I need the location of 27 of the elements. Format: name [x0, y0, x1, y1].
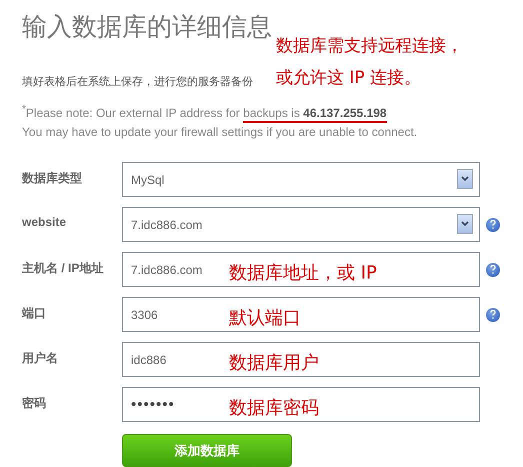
callout-note: 或允许这 IP 连接。 [276, 68, 422, 88]
callout-note: 默认端口 [229, 306, 301, 329]
callout-note: 数据库密码 [229, 396, 319, 419]
page-title: 输入数据库的详细信息 [22, 12, 272, 43]
input-field[interactable]: idc886 数据库用户 [122, 342, 480, 377]
field-label: 用户名 [22, 350, 59, 367]
callout-note: 数据库需支持远程连接， [276, 36, 463, 56]
caret-icon [457, 214, 473, 234]
field-label: 主机名 / IP地址 [22, 260, 104, 277]
field-label: website [22, 214, 68, 229]
password-field[interactable]: ••••••• 数据库密码 [122, 387, 480, 422]
field-label: 端口 [22, 305, 47, 322]
select-field[interactable]: MySql [122, 162, 480, 197]
firewall-text: You may have to update your firewall settings if you are unable to connect. [22, 124, 418, 141]
intro-text: 填好表格后在系统上保存，进行您的服务器备份 [22, 74, 254, 89]
help-icon[interactable] [486, 218, 500, 232]
help-icon[interactable] [486, 308, 500, 322]
help-icon[interactable] [486, 262, 500, 276]
caret-icon [457, 169, 473, 189]
input-field[interactable]: 3306 默认端口 [122, 297, 480, 332]
input-field[interactable]: 7.idc886.com 数据库地址，或 IP [122, 252, 480, 287]
callout-note: 数据库地址，或 IP [229, 260, 377, 284]
field-label: 数据库类型 [22, 170, 83, 187]
select-field[interactable]: 7.idc886.com [122, 207, 480, 242]
field-label: 密码 [22, 395, 47, 412]
callout-note: 数据库用户 [229, 350, 319, 374]
notice-text: $^{*}$Please note: Our external IP address for backups is 46.137.255.198 [22, 100, 523, 123]
